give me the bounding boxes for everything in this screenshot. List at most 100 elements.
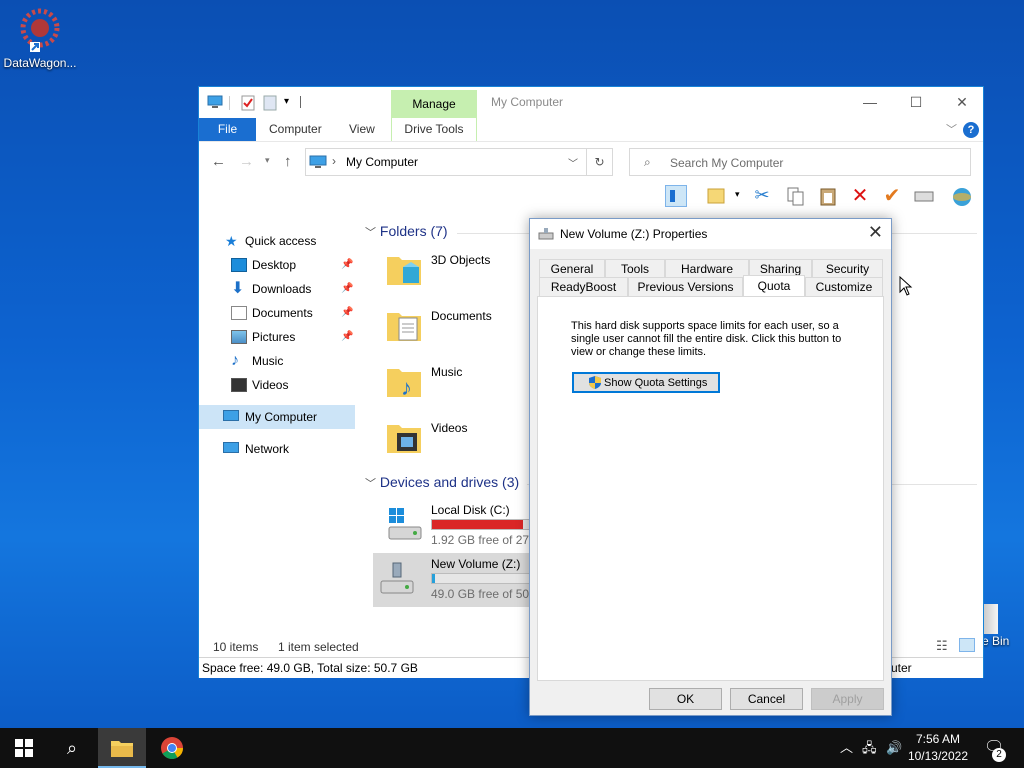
clock[interactable]: 7:56 AM 10/13/2022 — [908, 731, 968, 765]
tab-security[interactable]: Security — [812, 259, 883, 278]
properties-dropdown-icon[interactable]: ▾ — [735, 189, 740, 200]
folder-name: 3D Objects — [431, 253, 491, 267]
up-icon[interactable]: ↑ — [284, 153, 292, 170]
address-dropdown-icon[interactable]: ﹀ — [568, 155, 578, 170]
rename-check-icon[interactable]: ✔ — [881, 185, 903, 207]
devices-group-header[interactable]: ﹀ Devices and drives (3) — [365, 474, 519, 491]
search-taskbar-icon[interactable]: ⌕ — [48, 728, 96, 768]
globe-icon[interactable] — [951, 185, 973, 207]
documents-icon — [231, 306, 247, 320]
nav-music[interactable]: ♪ Music — [199, 349, 355, 373]
nav-label: Downloads — [252, 282, 312, 296]
drive-usage-fill — [432, 520, 524, 529]
drive-icon — [538, 228, 554, 240]
folder-name: Videos — [431, 421, 468, 435]
show-quota-settings-button[interactable]: Show Quota Settings — [572, 372, 720, 393]
folder-icon — [111, 741, 133, 757]
nav-pictures[interactable]: Pictures 📌 — [199, 325, 355, 349]
nav-documents[interactable]: Documents 📌 — [199, 301, 355, 325]
nav-label: Network — [245, 442, 290, 456]
nav-downloads[interactable]: ⬇ Downloads 📌 — [199, 277, 355, 301]
large-icons-view-icon[interactable] — [959, 638, 975, 652]
chrome-icon — [161, 737, 183, 759]
details-view-icon[interactable]: ☷ — [936, 638, 948, 654]
notification-count-badge: 2 — [992, 748, 1006, 762]
search-input[interactable]: ⌕ Search My Computer — [629, 148, 971, 176]
nav-quick-access[interactable]: ★ Quick access — [199, 229, 355, 253]
nav-desktop[interactable]: Desktop 📌 — [199, 253, 355, 277]
close-button[interactable]: ✕ — [939, 87, 985, 117]
music-icon: ♪ — [231, 352, 239, 369]
back-icon[interactable]: ← — [211, 153, 226, 170]
tab-quota[interactable]: Quota — [743, 275, 805, 296]
drive-item-z[interactable]: New Volume (Z:) 49.0 GB free of 50.7 — [373, 553, 543, 607]
chrome-taskbar-icon[interactable] — [148, 728, 196, 768]
tab-readyboost[interactable]: ReadyBoost — [539, 277, 628, 296]
paste-icon[interactable] — [817, 185, 839, 207]
nav-label: Desktop — [252, 258, 297, 272]
expand-ribbon-icon[interactable]: ﹀ — [946, 121, 957, 137]
recycle-bin-label: e Bin — [982, 634, 1010, 648]
network-tray-icon[interactable]: 🖧 — [862, 728, 877, 768]
tab-tools[interactable]: Tools — [605, 259, 665, 278]
network-icon — [223, 442, 239, 453]
volume-tray-icon[interactable]: 🔊 — [886, 728, 902, 768]
new-folder-icon[interactable] — [263, 95, 277, 111]
refresh-button[interactable]: ↻ — [587, 148, 613, 176]
tab-customize[interactable]: Customize — [805, 277, 883, 296]
clock-time: 7:56 AM — [915, 732, 960, 746]
nav-videos[interactable]: Videos — [199, 373, 355, 397]
manage-tab[interactable]: Manage — [391, 90, 477, 118]
drive-usage-fill — [432, 574, 435, 583]
map-drive-icon[interactable] — [913, 185, 935, 207]
quota-tab-panel: This hard disk supports space limits for… — [537, 296, 884, 681]
show-hidden-icons[interactable]: ︿ — [840, 728, 853, 768]
cancel-button[interactable]: Cancel — [730, 688, 803, 710]
nav-my-computer[interactable]: My Computer — [199, 405, 355, 429]
drive-free-text: 1.92 GB free of 27.2 — [431, 533, 540, 547]
qat-dropdown-icon[interactable]: ▾ — [284, 96, 289, 107]
drive-free-text: 49.0 GB free of 50.7 — [431, 587, 540, 601]
search-placeholder: Search My Computer — [670, 156, 784, 170]
item-count: 10 items — [213, 640, 259, 654]
preview-pane-icon[interactable] — [665, 185, 687, 207]
dialog-close-icon[interactable]: ✕ — [868, 222, 883, 243]
delete-icon[interactable]: ✕ — [849, 185, 871, 207]
file-explorer-taskbar-icon[interactable] — [98, 728, 146, 768]
address-bar[interactable]: › My Computer ﹀ — [305, 148, 587, 176]
tab-view[interactable]: View — [349, 118, 375, 141]
desktop-icon-datawagon[interactable]: DataWagon... — [2, 6, 78, 70]
recycle-bin-icon[interactable]: e Bin — [982, 604, 1024, 648]
tab-computer[interactable]: Computer — [269, 118, 322, 141]
space-info: Space free: 49.0 GB, Total size: 50.7 GB — [202, 661, 418, 675]
nav-network[interactable]: Network — [199, 437, 355, 461]
desktop-icon-label: DataWagon... — [3, 56, 77, 70]
nav-label: My Computer — [245, 410, 318, 424]
ok-button[interactable]: OK — [649, 688, 722, 710]
tab-previous-versions[interactable]: Previous Versions — [628, 277, 743, 296]
recent-locations-icon[interactable]: ▾ — [265, 155, 270, 166]
tab-general[interactable]: General — [539, 259, 605, 278]
tab-hardware[interactable]: Hardware — [665, 259, 749, 278]
dialog-titlebar: New Volume (Z:) Properties ✕ — [530, 219, 891, 249]
details-right-text: uter — [891, 661, 912, 675]
videos-icon — [231, 378, 247, 392]
forward-icon[interactable]: → — [239, 153, 254, 170]
windows-logo-icon — [15, 739, 33, 757]
computer-icon — [207, 95, 223, 108]
cut-icon[interactable]: ✂ — [751, 185, 773, 207]
star-icon: ★ — [225, 233, 238, 249]
datawagon-icon — [16, 6, 64, 54]
help-icon[interactable]: ? — [963, 122, 979, 138]
start-button[interactable] — [0, 728, 48, 768]
copy-icon[interactable] — [785, 185, 807, 207]
tab-file[interactable]: File — [199, 118, 256, 141]
properties-toolbar-icon[interactable] — [705, 185, 727, 207]
apply-button[interactable]: Apply — [811, 688, 884, 710]
folders-group-header[interactable]: ﹀ Folders (7) — [365, 223, 448, 240]
tab-drive-tools[interactable]: Drive Tools — [391, 118, 477, 141]
maximize-button[interactable]: ☐ — [893, 87, 939, 117]
minimize-button[interactable]: — — [847, 87, 893, 117]
properties-icon[interactable] — [241, 95, 255, 111]
drive-usage-bar — [431, 519, 531, 530]
